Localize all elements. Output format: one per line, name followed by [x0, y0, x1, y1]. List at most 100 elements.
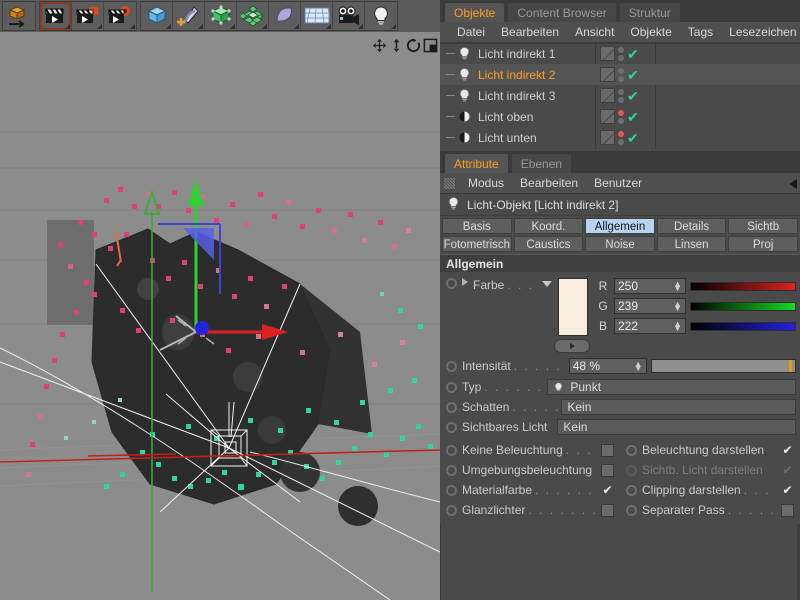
tab-linsen[interactable]: Linsen — [656, 236, 727, 252]
option-checkbox[interactable] — [601, 463, 614, 477]
menu-modus[interactable]: Modus — [460, 173, 512, 194]
option-keine-beleuchtung[interactable]: Keine Beleuchtung . . . . . . — [440, 440, 620, 460]
option-glanzlichter[interactable]: Glanzlichter . . . . . . . . . . . — [440, 500, 620, 520]
rotate-icon[interactable] — [406, 38, 421, 53]
animation-track-radio-icon[interactable] — [626, 464, 637, 476]
animation-track-radio-icon[interactable] — [446, 464, 457, 476]
object-row-licht-indirekt-3[interactable]: Licht indirekt 3 ✔ — [440, 85, 800, 106]
option-checkbox[interactable]: ✔ — [781, 463, 794, 477]
option-checkbox[interactable]: ✔ — [781, 443, 794, 457]
texture-tag-icon[interactable] — [600, 130, 615, 145]
generator-icon[interactable] — [205, 2, 237, 30]
menu-bearbeiten[interactable]: Bearbeiten — [512, 173, 586, 194]
animation-track-radio-icon[interactable] — [446, 278, 457, 289]
enabled-check-icon[interactable]: ✔ — [627, 47, 639, 61]
menu-bearbeiten[interactable]: Bearbeiten — [493, 22, 567, 43]
texture-tag-icon[interactable] — [600, 67, 615, 82]
channel-value-r[interactable]: 250 ▲ ▼ — [614, 278, 686, 294]
visibility-dots[interactable] — [618, 130, 624, 145]
menu-tags[interactable]: Tags — [680, 22, 721, 43]
option-checkbox[interactable] — [601, 443, 614, 457]
tab-noise[interactable]: Noise — [585, 236, 655, 252]
collapse-arrow-icon[interactable] — [789, 179, 797, 189]
animation-track-radio-icon[interactable] — [446, 401, 457, 413]
expander-triangle-icon[interactable] — [462, 278, 468, 286]
intensity-slider-handle[interactable] — [789, 360, 793, 372]
tab-projektion[interactable]: Proj — [728, 236, 798, 252]
tab-sichtbarkeit[interactable]: Sichtb — [728, 218, 798, 234]
tab-details[interactable]: Details — [656, 218, 727, 234]
option-checkbox[interactable] — [781, 503, 794, 517]
visibility-dots[interactable] — [618, 46, 624, 61]
menu-benutzer[interactable]: Benutzer — [586, 173, 650, 194]
menu-datei[interactable]: Datei — [449, 22, 493, 43]
texture-tag-icon[interactable] — [600, 109, 615, 124]
visibility-dots[interactable] — [618, 67, 624, 82]
option-checkbox[interactable]: ✔ — [781, 483, 794, 497]
spinner-icon[interactable]: ▲ ▼ — [673, 280, 682, 293]
option-checkbox[interactable]: ✔ — [601, 483, 614, 497]
channel-value-b[interactable]: 222 ▲ ▼ — [614, 318, 686, 334]
tab-struktur[interactable]: Struktur — [618, 2, 681, 22]
texture-tag-icon[interactable] — [600, 88, 615, 103]
menu-lesezeichen[interactable]: Lesezeichen — [721, 22, 800, 43]
tab-koord[interactable]: Koord. — [513, 218, 584, 234]
tab-fotometrisch[interactable]: Fotometrisch — [442, 236, 512, 252]
autokeying-icon[interactable] — [104, 2, 136, 30]
scene-floor-icon[interactable] — [301, 2, 333, 30]
tab-objekte[interactable]: Objekte — [444, 2, 506, 22]
animation-track-radio-icon[interactable] — [446, 421, 457, 433]
visibility-dots[interactable] — [618, 88, 624, 103]
record-object-icon[interactable] — [72, 2, 104, 30]
animation-track-radio-icon[interactable] — [446, 484, 457, 496]
option-beleuchtung-darstellen[interactable]: Beleuchtung darstellen ✔ — [620, 440, 800, 460]
menu-objekte[interactable]: Objekte — [622, 22, 679, 43]
option-umgebungsbeleuchtung[interactable]: Umgebungsbeleuchtung — [440, 460, 620, 480]
enabled-check-icon[interactable]: ✔ — [627, 68, 639, 82]
visible-light-dropdown[interactable]: Kein — [557, 419, 796, 435]
dolly-icon[interactable] — [389, 38, 404, 53]
shadow-dropdown[interactable]: Kein — [561, 399, 796, 415]
animation-track-radio-icon[interactable] — [626, 484, 637, 496]
tab-content-browser[interactable]: Content Browser — [507, 2, 617, 22]
maximize-icon[interactable] — [423, 38, 438, 53]
3d-viewport[interactable] — [0, 32, 440, 600]
cube-primitive-icon[interactable] — [141, 2, 173, 30]
pan-icon[interactable] — [372, 38, 387, 53]
move-object-icon[interactable] — [3, 2, 35, 30]
animation-track-radio-icon[interactable] — [446, 360, 457, 372]
deformer-icon[interactable] — [237, 2, 269, 30]
object-row-licht-oben[interactable]: Licht oben ✔ — [440, 106, 800, 127]
option-separater-pass[interactable]: Separater Pass . . . . . . . — [620, 500, 800, 520]
tab-basis[interactable]: Basis — [442, 218, 512, 234]
animation-track-radio-icon[interactable] — [626, 444, 637, 456]
animation-track-radio-icon[interactable] — [626, 504, 637, 516]
object-row-licht-indirekt-2[interactable]: Licht indirekt 2 ✔ — [440, 64, 800, 85]
object-row-licht-unten[interactable]: Licht unten ✔ — [440, 127, 800, 148]
camera-icon[interactable] — [333, 2, 365, 30]
channel-slider-g[interactable] — [690, 301, 796, 311]
animation-track-radio-icon[interactable] — [446, 444, 457, 456]
enabled-check-icon[interactable]: ✔ — [627, 89, 639, 103]
type-dropdown[interactable]: Punkt — [547, 379, 796, 395]
animation-track-radio-icon[interactable] — [446, 504, 457, 516]
intensity-slider[interactable] — [650, 359, 796, 373]
channel-slider-b[interactable] — [690, 321, 796, 331]
tab-attribute[interactable]: Attribute — [444, 153, 509, 173]
make-current-frame-icon[interactable] — [40, 2, 72, 30]
color-expand-button[interactable] — [554, 339, 590, 353]
texture-tag-icon[interactable] — [600, 46, 615, 61]
spline-pen-icon[interactable] — [173, 2, 205, 30]
menu-ansicht[interactable]: Ansicht — [567, 22, 622, 43]
option-sichtb-licht-darstellen[interactable]: Sichtb. Licht darstellen ✔ — [620, 460, 800, 480]
spinner-icon[interactable]: ▲ ▼ — [673, 300, 682, 313]
option-materialfarbe[interactable]: Materialfarbe . . . . . . . . . ✔ — [440, 480, 620, 500]
mograph-icon[interactable] — [269, 2, 301, 30]
tab-caustics[interactable]: Caustics — [513, 236, 584, 252]
spinner-icon[interactable]: ▲ ▼ — [673, 320, 682, 333]
object-manager-tree[interactable]: Licht indirekt 1 ✔ Licht indirekt 2 ✔ Li… — [440, 43, 800, 149]
channel-slider-r[interactable] — [690, 281, 796, 291]
tab-allgemein[interactable]: Allgemein — [585, 218, 655, 234]
option-checkbox[interactable] — [601, 503, 614, 517]
enabled-check-icon[interactable]: ✔ — [627, 131, 639, 145]
